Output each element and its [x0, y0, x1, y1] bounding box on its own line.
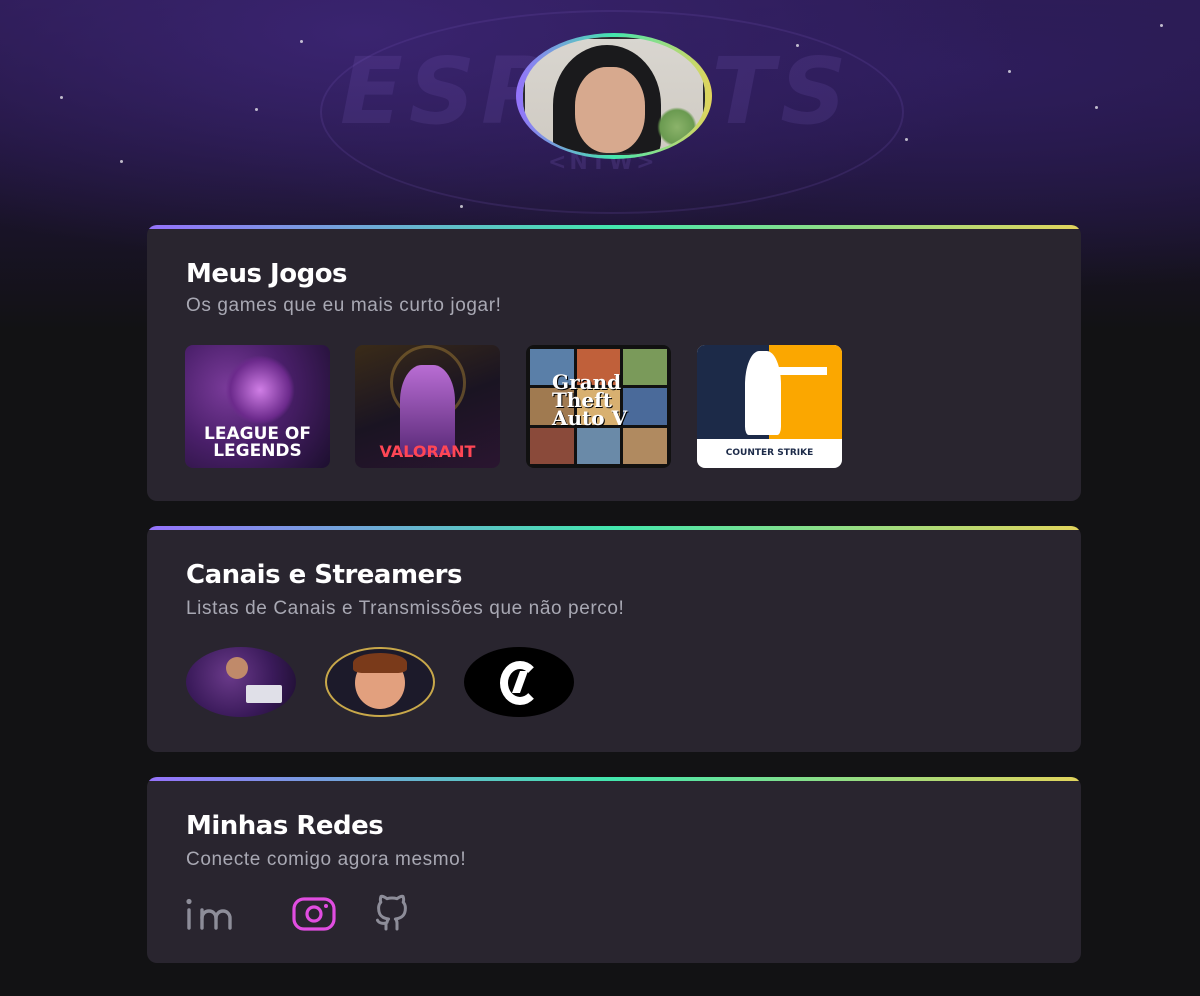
- streamer-avatar-1[interactable]: [186, 647, 296, 717]
- linkedin-icon: [186, 898, 232, 930]
- github-icon: [376, 894, 407, 931]
- star: [300, 40, 303, 43]
- star: [1095, 106, 1098, 109]
- game-counter-strike[interactable]: COUNTER STRIKE: [697, 345, 842, 468]
- section-title: Canais e Streamers: [186, 560, 462, 590]
- game-label: COUNTER STRIKE: [725, 448, 814, 458]
- games-section: Meus Jogos Os games que eu mais curto jo…: [147, 225, 1081, 501]
- streamer-avatar-2[interactable]: [325, 647, 435, 717]
- game-valorant[interactable]: VALORANT: [355, 345, 500, 468]
- star: [1008, 70, 1011, 73]
- section-title: Meus Jogos: [186, 259, 348, 289]
- game-label: VALORANT: [379, 442, 476, 461]
- linkedin-link[interactable]: [185, 897, 237, 936]
- section-subtitle: Os games que eu mais curto jogar!: [186, 295, 502, 316]
- star: [120, 160, 123, 163]
- game-league-of-legends[interactable]: LEAGUE OF LEGENDS: [185, 345, 330, 468]
- star: [1160, 24, 1163, 27]
- section-title: Minhas Redes: [186, 811, 384, 841]
- game-gta-v[interactable]: Grand Theft Auto V: [526, 345, 671, 468]
- star: [460, 205, 463, 208]
- section-subtitle: Conecte comigo agora mesmo!: [186, 849, 467, 870]
- instagram-link[interactable]: [292, 897, 336, 936]
- star: [905, 138, 908, 141]
- game-label: LEAGUE OF LEGENDS: [204, 424, 311, 461]
- streamer-avatar-3[interactable]: [464, 647, 574, 717]
- star: [796, 44, 799, 47]
- section-subtitle: Listas de Canais e Transmissões que não …: [186, 598, 625, 619]
- star: [255, 108, 258, 111]
- avatar-photo: [523, 37, 705, 155]
- instagram-icon: [292, 897, 336, 931]
- social-section: Minhas Redes Conecte comigo agora mesmo!: [147, 777, 1081, 963]
- channels-section: Canais e Streamers Listas de Canais e Tr…: [147, 526, 1081, 752]
- game-label: Grand Theft Auto V: [552, 370, 628, 430]
- github-link[interactable]: [369, 894, 415, 937]
- star: [60, 96, 63, 99]
- profile-avatar: [516, 33, 712, 159]
